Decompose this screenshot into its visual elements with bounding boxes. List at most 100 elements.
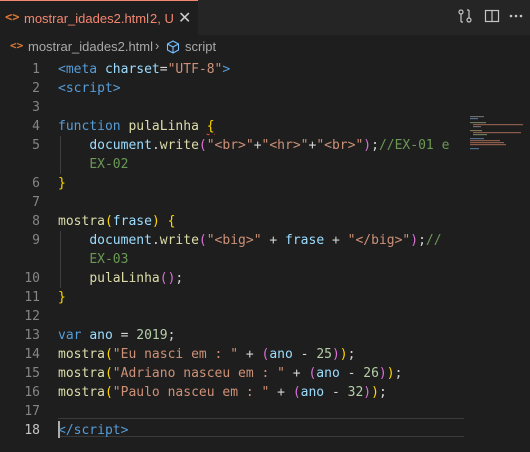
code-line-13: var ano = 2019; [58,326,175,345]
breadcrumb: <> mostrar_idades2.html › script [0,35,530,57]
code-token: ano [316,366,340,381]
code-token: ; [175,271,184,286]
code-token: ( [198,138,207,153]
code-token: "<big>" [206,233,262,248]
line-number: 14 [24,347,40,362]
code-token: "</big>" [347,233,411,248]
code-token: ; [418,233,426,248]
code-token: ( [104,214,113,229]
line-number: 2 [32,81,40,96]
code-token: < [58,81,66,96]
code-token: 26 [363,366,379,381]
tab-mostrar-idades2[interactable]: <> mostrar_idades2.html 2, U ✕ [0,0,198,35]
minimap[interactable] [468,115,528,155]
code-token: "<hr>" [261,138,309,153]
line-number: 11 [24,290,40,305]
code-token: "Eu nasci em : " [112,347,239,362]
code-token: ( [104,366,113,381]
code-line-18: </script> [58,421,128,440]
code-token: ; [167,328,176,343]
code-token: < [58,62,66,77]
code-line-6: } [58,174,66,193]
code-token: ( [198,233,207,248]
code-token: ) [386,366,395,381]
code-token: ) [363,385,372,400]
code-token: ) [363,138,372,153]
code-token: ) [339,347,348,362]
code-token: > [120,423,129,438]
code-line-16: mostra("Paulo nasceu em : " + (ano - 32)… [58,383,387,402]
code-line-15: mostra("Adriano nasceu em : " + (ano - 2… [58,364,402,383]
html-file-icon: <> [10,39,24,52]
close-icon[interactable]: ✕ [178,8,191,27]
line-number: 3 [32,100,40,115]
line-number: 10 [24,271,40,286]
line-number: 6 [32,176,40,191]
line-number: 4 [32,119,40,134]
code-line-10: pulaLinha(); [58,269,183,288]
code-token: { [167,214,176,229]
line-number-current: 18 [24,423,40,438]
code-token: ; [347,347,356,362]
line-number: 16 [24,385,40,400]
code-token: meta [65,62,98,77]
breadcrumb-file[interactable]: mostrar_idades2.html [28,39,153,54]
split-editor-icon[interactable] [484,8,500,24]
code-token: + [324,233,348,248]
code-token: . [151,233,160,248]
code-token: pulaLinha [128,119,199,134]
more-actions-icon[interactable] [508,8,524,24]
line-number: 17 [24,404,40,419]
line-number: 15 [24,366,40,381]
code-token: document [89,233,152,248]
code-token: "<br>" [206,138,254,153]
code-token: write [159,233,199,248]
tab-problem-badge: 2, U [150,11,174,26]
code-token: mostra [58,366,105,381]
breadcrumb-separator: › [155,38,160,53]
code-token: "UTF-8" [167,62,223,77]
symbol-cube-icon [166,40,180,54]
code-token: script [65,81,113,96]
code-token: . [151,138,160,153]
code-token: ano [269,347,293,362]
compare-changes-icon[interactable] [457,8,473,24]
code-token: var [58,328,82,343]
code-token: + [238,347,262,362]
tab-bar: <> mostrar_idades2.html 2, U ✕ [0,0,530,35]
code-token: ) [378,366,387,381]
code-token: { [206,119,215,134]
line-number: 8 [32,214,40,229]
code-line-9: document.write("<big>" + frase + "</big>… [58,231,441,250]
code-token: ; [378,385,387,400]
code-token: > [112,81,121,96]
code-token: mostra [58,385,105,400]
code-token: </ [58,423,74,438]
code-token: "<br>" [316,138,364,153]
code-token: ( [104,385,113,400]
code-token: charset [104,62,160,77]
code-token: mostra [58,347,105,362]
code-token: 32 [347,385,364,400]
code-token: "Paulo nasceu em : " [112,385,270,400]
code-line-5-wrap: EX-02 [58,155,128,174]
code-token: 25 [316,347,332,362]
code-token: EX-03 [89,252,129,267]
code-editor[interactable]: 1 2 3 4 5 6 7 8 9 10 11 12 13 14 15 16 1… [0,57,530,452]
code-token: mostra [58,214,105,229]
breadcrumb-symbol[interactable]: script [185,39,216,54]
code-token: ) [410,233,419,248]
code-line-4: function pulaLinha { [58,117,215,136]
code-line-2: <script> [58,79,121,98]
line-number: 7 [32,195,40,210]
line-number: 12 [24,309,40,324]
code-token: 2019 [136,328,168,343]
code-token: write [159,138,199,153]
code-token: script [73,423,121,438]
code-token: document [89,138,152,153]
code-token: function [58,119,121,134]
